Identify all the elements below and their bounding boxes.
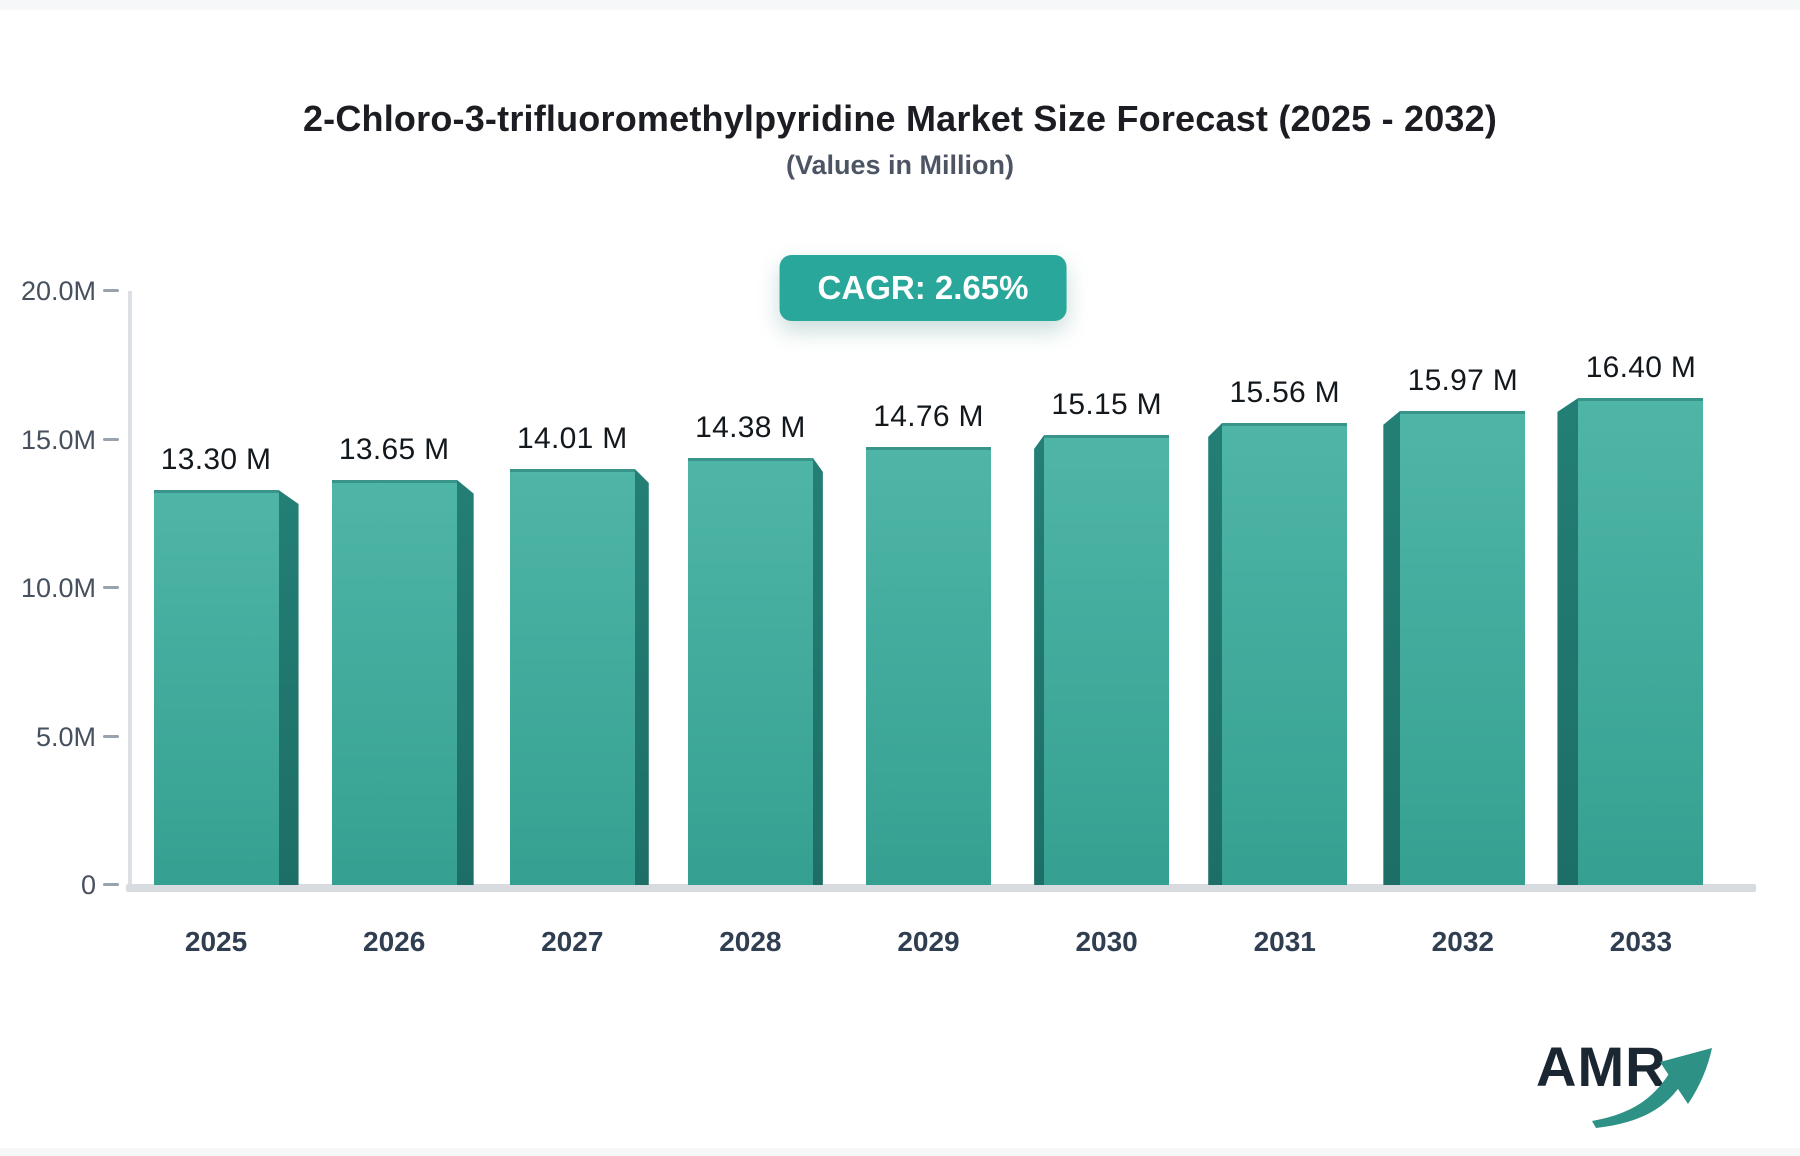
amr-logo: AMR: [1500, 1022, 1760, 1132]
bar: [866, 446, 991, 885]
x-tick-label: 2033: [1609, 926, 1673, 957]
x-tick-label: 2025: [184, 926, 248, 957]
bar-3d-side: [812, 457, 823, 885]
bar: [1222, 422, 1348, 885]
x-tick-label: 2027: [541, 926, 604, 957]
x-tick-label: 2028: [719, 926, 782, 957]
y-tick-mark: [103, 289, 119, 292]
x-tick-label: 2030: [1075, 926, 1138, 957]
trend-up-arrow-icon: [1592, 1048, 1712, 1128]
bar: [1400, 410, 1526, 885]
bar: [687, 457, 813, 885]
x-tick-label: 2026: [363, 926, 426, 957]
x-axis-baseline: [126, 884, 1756, 892]
bar-value-label: 16.40 M: [1585, 350, 1697, 384]
bar-3d-side: [634, 468, 649, 885]
bar-3d-side: [1208, 422, 1223, 885]
y-tick-mark: [103, 586, 119, 589]
y-axis-line: [128, 291, 132, 885]
bar-3d-side: [1034, 435, 1045, 885]
bar-3d-side: [278, 489, 299, 885]
x-tick-label: 2029: [897, 926, 960, 957]
y-tick-label: 5.0M: [35, 721, 96, 752]
bar-3d-side: [456, 479, 474, 885]
y-tick-label: 0: [80, 870, 96, 900]
y-tick-label: 10.0M: [20, 573, 96, 603]
x-tick-label: 2032: [1431, 926, 1494, 957]
bar: [1044, 435, 1170, 885]
x-tick-label: 2031: [1253, 926, 1316, 957]
bar-3d-side: [1557, 397, 1579, 885]
y-tick-label: 20.0M: [20, 276, 96, 306]
y-tick-label: 15.0M: [20, 424, 96, 455]
y-tick-mark: [103, 883, 119, 886]
bar: [509, 468, 635, 885]
bar: [153, 489, 279, 885]
bar: [1578, 397, 1704, 885]
bar: [331, 479, 457, 885]
bar-3d-side: [1383, 410, 1401, 885]
bar-chart-plot-area: 0 5.0M 10.0M 15.0M 20.0M 13.30 M 2025 13.65 M 20…: [0, 0, 1800, 1156]
y-tick-mark: [103, 734, 119, 738]
